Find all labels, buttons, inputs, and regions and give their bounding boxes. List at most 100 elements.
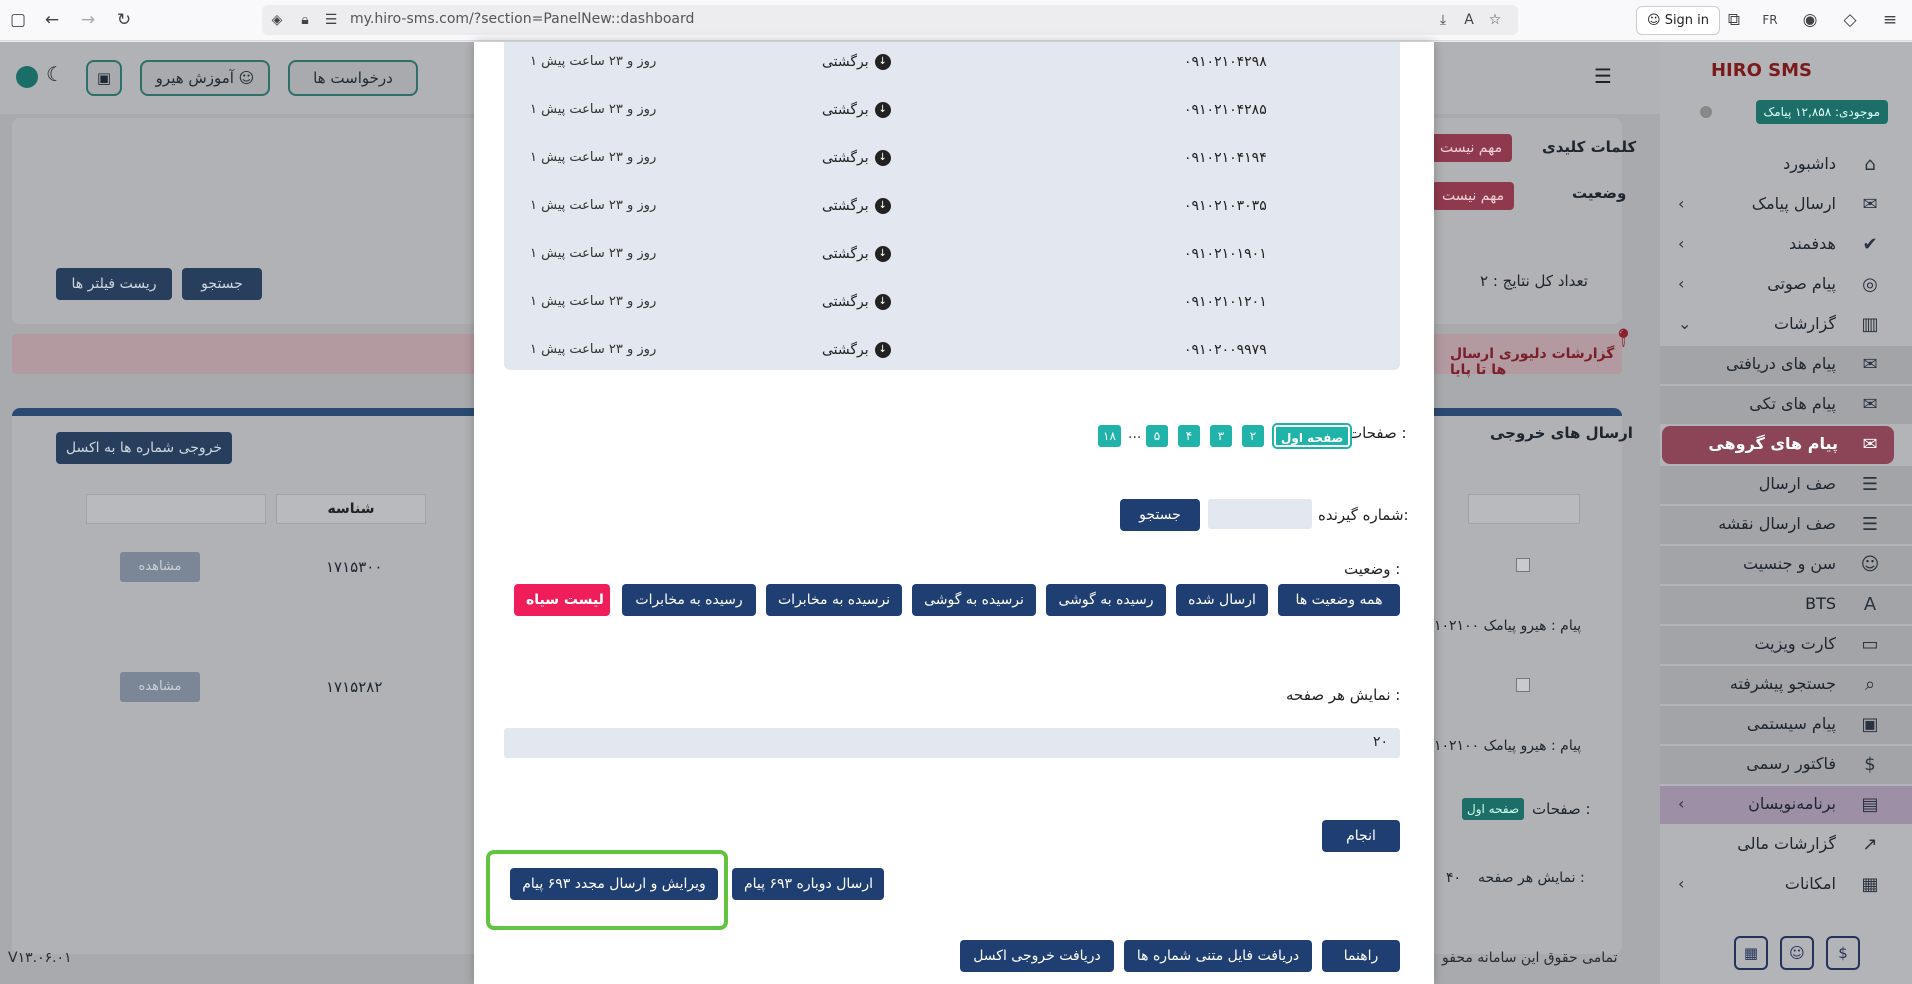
forward-icon[interactable]: → (76, 8, 100, 32)
receiver-input[interactable] (1208, 499, 1312, 529)
page-first[interactable]: صفحه اول (1274, 425, 1351, 447)
time-cell: ۱ روز و ۲۳ ساعت پیش (530, 342, 657, 357)
bg-per-page-value[interactable]: ۴۰ (1446, 870, 1461, 886)
bg-view-button[interactable]: مشاهده (120, 672, 200, 702)
sidebar-item-advanced-search[interactable]: ⌕ جستجو پیشرفته (1660, 666, 1912, 704)
voicemail-icon: ◎ (1862, 274, 1878, 295)
filter-delivered-phone[interactable]: رسیده به گوشی (1046, 584, 1166, 616)
dollar-icon[interactable]: $ (1826, 936, 1860, 970)
address-bar[interactable]: ◈ 🔒︎ ☰ my.hiro-sms.com/?section=PanelNew… (262, 5, 1518, 35)
page-4[interactable]: ۴ (1178, 425, 1200, 447)
recipients-table: ۰۹۱۰۲۱۰۴۲۹۸ برگشتی ↓ ۱ روز و ۲۳ ساعت پیش … (504, 42, 1400, 370)
excel-export-button[interactable]: خروجی شماره ها به اکسل (56, 432, 232, 464)
report-modal: ۰۹۱۰۲۱۰۴۲۹۸ برگشتی ↓ ۱ روز و ۲۳ ساعت پیش … (474, 42, 1434, 984)
sidebar-item-developers[interactable]: ‹ ▤ برنامه‌نویسان (1660, 786, 1912, 824)
calculator-icon[interactable]: ▦ (1734, 936, 1768, 970)
tab-list-icon[interactable]: ▢ (6, 8, 30, 32)
status-badge[interactable]: مهم نیست (1432, 182, 1515, 210)
sidebar-item-dashboard[interactable]: ⌂ داشبورد (1660, 146, 1912, 184)
receiver-search-button[interactable]: جستجو (1120, 499, 1200, 531)
page-5[interactable]: ۵ (1146, 425, 1168, 447)
sidebar-item-bts[interactable]: A BTS (1660, 586, 1912, 624)
sidebar-item-single[interactable]: ✉ پیام های تکی (1660, 386, 1912, 424)
theme-toggle[interactable] (16, 66, 38, 88)
per-page-select[interactable]: ۲۰ (504, 728, 1400, 758)
sidebar-item-targeted[interactable]: ‹ ✔ هدفمند (1660, 226, 1912, 264)
sidebar-item-features[interactable]: ‹ ▦ امکانات (1660, 866, 1912, 904)
sidebar-item-group[interactable]: ✉ پیام های گروهی (1662, 426, 1894, 464)
menu-icon[interactable]: ≡ (1878, 8, 1902, 32)
page-ellipsis: ... (1128, 426, 1142, 442)
arrow-down-circle-icon: ↓ (874, 342, 891, 358)
sign-in-button[interactable]: ☺ Sign in (1636, 6, 1721, 35)
extension-fr-icon[interactable]: FR (1758, 8, 1782, 32)
filter-not-delivered-carrier[interactable]: نرسیده به مخابرات (766, 584, 902, 616)
bg-row-message: پیام : هیرو پیامک ۱۰۲۱۰۰ (1434, 618, 1582, 634)
sidebar: HIRO SMS موجودی: ۱۲,۸۵۸ پیامک ⌂ داشبورد ‹… (1660, 42, 1912, 984)
credit-badge: موجودی: ۱۲,۸۵۸ پیامک (1755, 100, 1888, 124)
reload-icon[interactable]: ↻ (112, 8, 136, 32)
bg-search-button[interactable]: جستجو (182, 268, 262, 300)
bg-row-checkbox[interactable] (1516, 678, 1530, 692)
translate-icon[interactable]: A (1458, 9, 1480, 31)
reset-filters-button[interactable]: ریست فیلتر ها (56, 268, 172, 300)
version: V۱۳.۰۶.۰۱ (8, 950, 72, 966)
extension-circle-icon[interactable]: ◉ (1798, 8, 1822, 32)
filter-delivered-carrier[interactable]: رسیده به مخابرات (622, 584, 756, 616)
recipient-number: ۰۹۱۰۲۱۰۱۲۰۱ (1184, 294, 1267, 310)
time-cell: ۱ روز و ۲۳ ساعت پیش (530, 294, 657, 309)
training-button[interactable]: آموزش هیرو ☺ (140, 60, 270, 96)
bg-per-page-label: نمایش هر صفحه : (1478, 870, 1585, 886)
grid-header-blank (86, 494, 266, 524)
url-text[interactable]: my.hiro-sms.com/?section=PanelNew::dashb… (350, 11, 694, 27)
requests-button[interactable]: درخواست ها (288, 60, 418, 96)
bg-view-button[interactable]: مشاهده (120, 552, 200, 582)
filter-sent[interactable]: ارسال شده (1176, 584, 1268, 616)
sidebar-item-age-gender[interactable]: ☺ سن و جنسیت (1660, 546, 1912, 584)
sidebar-item-financial[interactable]: ↗ گزارشات مالی (1660, 826, 1912, 864)
sidebar-tools: ▦ ☺ $ (1722, 936, 1860, 970)
sidebar-item-map-queue[interactable]: ☰ صف ارسال نقشه (1660, 506, 1912, 544)
receiver-label: شماره گیرنده: (1318, 506, 1409, 524)
sidebar-item-business-card[interactable]: ▭ کارت ویزیت (1660, 626, 1912, 664)
extensions-icon[interactable]: ⧉ (1722, 8, 1746, 32)
filter-all-statuses[interactable]: همه وضعیت ها (1278, 584, 1400, 616)
page-3[interactable]: ۳ (1210, 425, 1232, 447)
outgoing-title: ارسال های خروجی (1490, 424, 1633, 442)
shield-icon[interactable]: ◈ (266, 9, 288, 31)
sidebar-item-received[interactable]: ✉ پیام های دریافتی (1660, 346, 1912, 384)
filter-not-delivered-phone[interactable]: نرسیده به گوشی (912, 584, 1036, 616)
text-file-button[interactable]: دریافت فایل متنی شماره ها (1124, 940, 1312, 972)
moon-icon[interactable]: ☾ (46, 62, 64, 86)
apply-button[interactable]: انجام (1322, 820, 1400, 852)
sidebar-item-invoice[interactable]: $ فاکتور رسمی (1660, 746, 1912, 784)
page-2[interactable]: ۲ (1242, 425, 1264, 447)
contact-card-icon[interactable]: ☺ (1780, 936, 1814, 970)
keywords-badge[interactable]: مهم نیست (1430, 134, 1513, 162)
hamburger-icon[interactable]: ☰ (1594, 64, 1612, 88)
sidebar-item-voice[interactable]: ‹ ◎ پیام صوتی (1660, 266, 1912, 304)
extension-shield-icon[interactable]: ◇ (1838, 8, 1862, 32)
permissions-icon[interactable]: ☰ (320, 9, 342, 31)
arrow-down-circle-icon: ↓ (874, 294, 891, 310)
guide-button[interactable]: راهنما (1322, 940, 1400, 972)
lock-icon[interactable]: 🔒︎ (294, 9, 316, 31)
sidebar-item-queue[interactable]: ☰ صف ارسال (1660, 466, 1912, 504)
bg-row-checkbox[interactable] (1516, 558, 1530, 572)
page-last[interactable]: ۱۸ (1098, 425, 1121, 447)
back-icon[interactable]: ← (40, 8, 64, 32)
filter-blacklist[interactable]: لیست سیاه (514, 584, 610, 616)
resend-button[interactable]: ارسال دوباره ۶۹۳ پیام (732, 868, 884, 900)
edit-resend-button[interactable]: ویرایش و ارسال مجدد ۶۹۳ پیام (510, 868, 718, 900)
briefcase-button[interactable]: ▣ (86, 60, 122, 96)
chart-icon: ↗ (1862, 834, 1878, 855)
excel-output-button[interactable]: دریافت خروجی اکسل (960, 940, 1114, 972)
bg-first-page[interactable]: صفحه اول (1462, 798, 1525, 820)
sidebar-item-system-message[interactable]: ▣ پیام سیستمی (1660, 706, 1912, 744)
per-page-label: نمایش هر صفحه : (1286, 686, 1401, 704)
sidebar-item-send-sms[interactable]: ‹ ✉ ارسال پیامک (1660, 186, 1912, 224)
bookmark-star-icon[interactable]: ☆ (1484, 9, 1506, 31)
download-icon[interactable]: ⤓ (1432, 9, 1454, 31)
sidebar-item-reports[interactable]: ⌄ ▥ گزارشات (1660, 306, 1912, 344)
status-label: وضعیت (1572, 184, 1627, 202)
